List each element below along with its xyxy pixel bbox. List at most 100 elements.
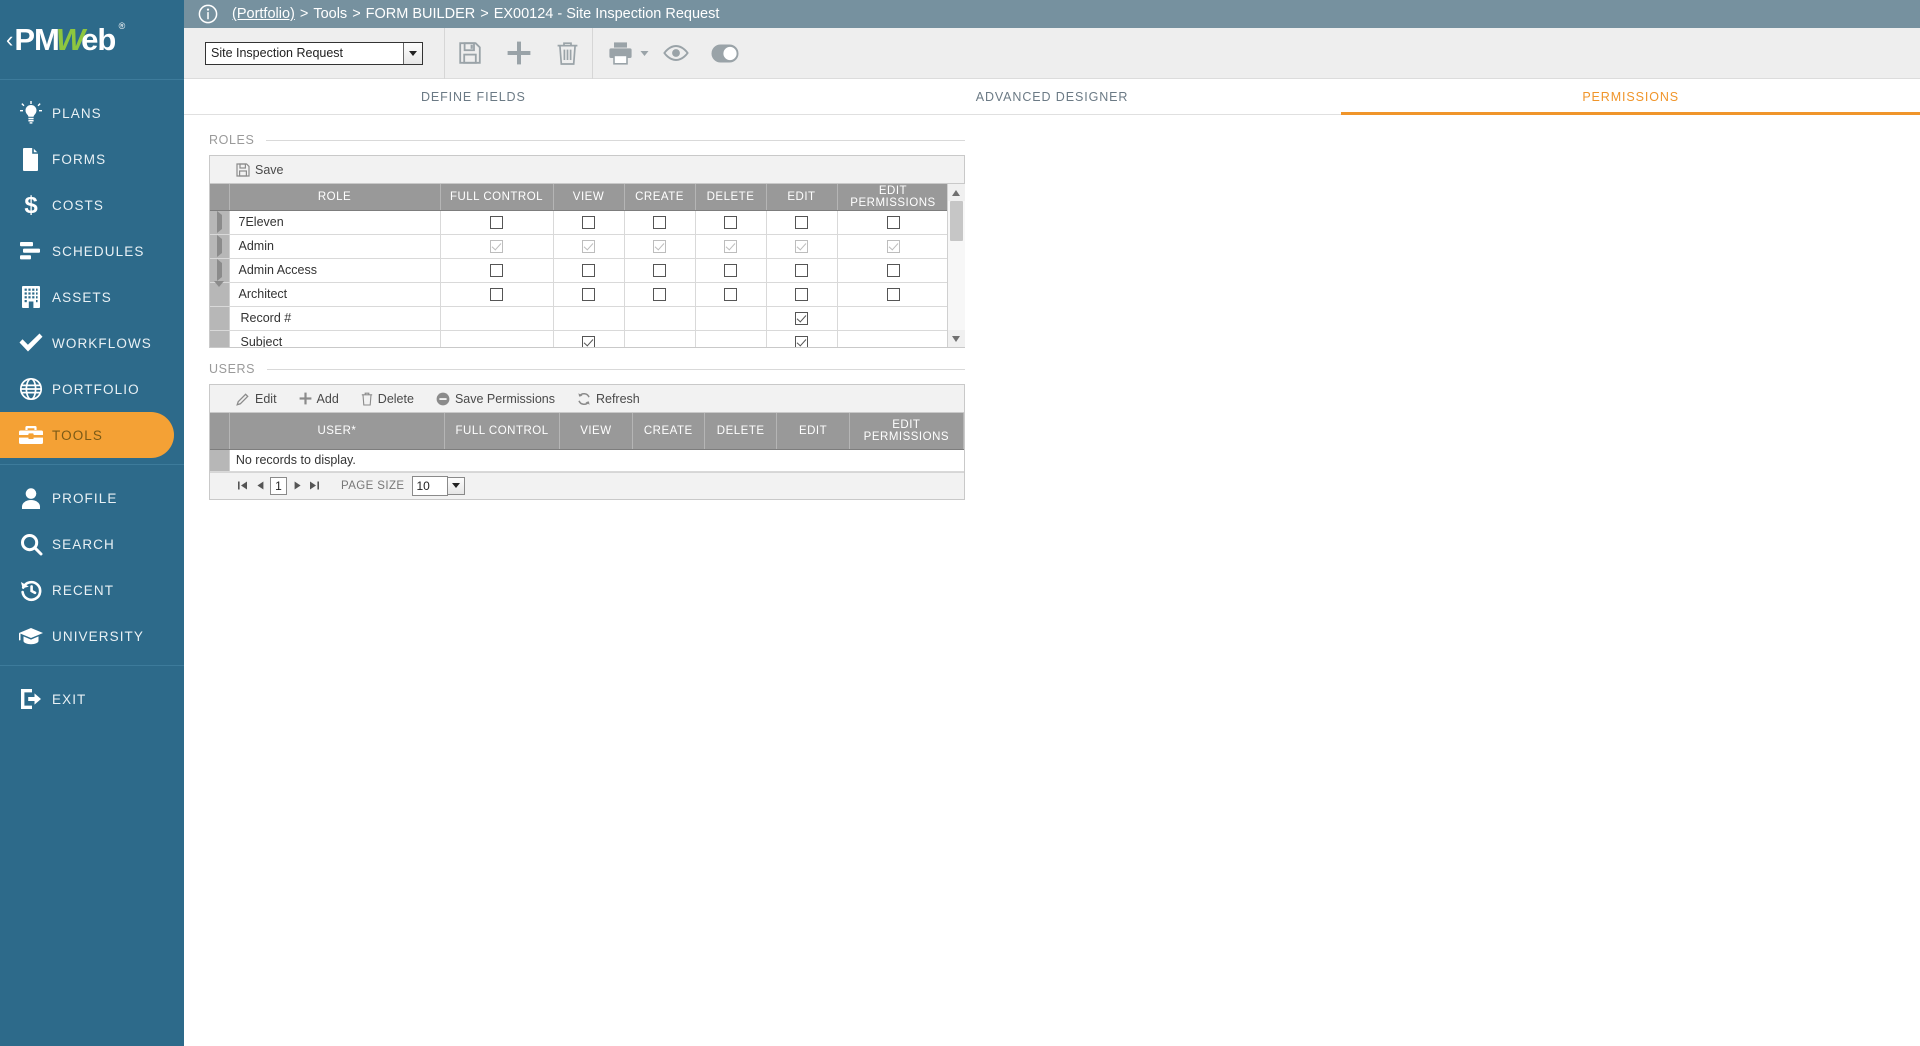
permission-cell[interactable]: [440, 258, 553, 282]
permission-cell[interactable]: [553, 258, 624, 282]
permission-cell[interactable]: [624, 210, 695, 234]
permission-cell[interactable]: [624, 258, 695, 282]
roles-role-row[interactable]: Admin: [210, 234, 947, 258]
print-dropdown-toggle[interactable]: [637, 44, 651, 62]
permission-cell[interactable]: [766, 258, 837, 282]
sidebar-item-university[interactable]: UNIVERSITY: [0, 613, 184, 659]
print-button[interactable]: [603, 28, 637, 79]
row-expand-toggle[interactable]: [210, 258, 229, 282]
roles-col-role[interactable]: ROLE: [229, 184, 440, 210]
permission-cell[interactable]: [553, 330, 624, 347]
sidebar-item-portfolio[interactable]: PORTFOLIO: [0, 366, 184, 412]
roles-role-row[interactable]: Architect: [210, 282, 947, 306]
permission-checkbox[interactable]: [795, 216, 808, 229]
roles-field-row[interactable]: Subject: [210, 330, 947, 347]
permission-cell[interactable]: [695, 210, 766, 234]
permission-checkbox[interactable]: [887, 216, 900, 229]
roles-col-full-control[interactable]: FULL CONTROL: [440, 184, 553, 210]
add-button[interactable]: [494, 28, 543, 79]
sidebar-item-costs[interactable]: $ COSTS: [0, 182, 184, 228]
page-number-1[interactable]: 1: [270, 477, 287, 495]
mode-toggle[interactable]: [700, 28, 749, 79]
permission-cell[interactable]: [553, 210, 624, 234]
sidebar-item-tools[interactable]: TOOLS: [0, 412, 174, 458]
permission-cell[interactable]: [766, 306, 837, 330]
users-add-button[interactable]: Add: [299, 392, 339, 406]
scroll-thumb[interactable]: [950, 201, 963, 241]
permission-checkbox[interactable]: [887, 264, 900, 277]
permission-cell[interactable]: [837, 234, 947, 258]
roles-field-row[interactable]: Record #: [210, 306, 947, 330]
permission-cell[interactable]: [695, 258, 766, 282]
users-col-edit[interactable]: EDIT: [777, 413, 849, 449]
permission-checkbox[interactable]: [582, 216, 595, 229]
roles-save-button[interactable]: Save: [236, 163, 284, 177]
roles-role-row[interactable]: Admin Access: [210, 258, 947, 282]
tab-permissions[interactable]: PERMISSIONS: [1341, 79, 1920, 114]
roles-vertical-scrollbar[interactable]: [947, 184, 964, 347]
users-col-view[interactable]: VIEW: [560, 413, 632, 449]
users-col-full-control[interactable]: FULL CONTROL: [444, 413, 559, 449]
permission-checkbox[interactable]: [724, 288, 737, 301]
breadcrumb-part-form-builder[interactable]: FORM BUILDER: [366, 6, 476, 22]
users-col-delete[interactable]: DELETE: [704, 413, 776, 449]
scroll-down-button[interactable]: [948, 330, 965, 347]
tab-define-fields[interactable]: DEFINE FIELDS: [184, 79, 763, 114]
chevron-down-icon[interactable]: [403, 43, 422, 64]
permission-checkbox[interactable]: [795, 336, 808, 347]
users-delete-button[interactable]: Delete: [361, 392, 414, 406]
permission-cell[interactable]: [766, 210, 837, 234]
roles-col-view[interactable]: VIEW: [553, 184, 624, 210]
page-size-select[interactable]: 10: [412, 476, 448, 496]
preview-button[interactable]: [651, 28, 700, 79]
users-col-create[interactable]: CREATE: [632, 413, 704, 449]
permission-cell[interactable]: [837, 210, 947, 234]
page-size-dropdown-icon[interactable]: [448, 477, 465, 495]
last-page-icon[interactable]: [306, 480, 323, 491]
permission-cell[interactable]: [695, 234, 766, 258]
scroll-track[interactable]: [948, 201, 965, 330]
users-col-edit-permissions[interactable]: EDIT PERMISSIONS: [849, 413, 963, 449]
sidebar-item-schedules[interactable]: SCHEDULES: [0, 228, 184, 274]
permission-cell[interactable]: [440, 234, 553, 258]
roles-col-delete[interactable]: DELETE: [695, 184, 766, 210]
permission-checkbox[interactable]: [653, 288, 666, 301]
next-page-icon[interactable]: [289, 480, 306, 491]
permission-cell[interactable]: [766, 234, 837, 258]
breadcrumb-root-link[interactable]: (Portfolio): [232, 6, 295, 22]
permission-cell[interactable]: [837, 258, 947, 282]
permission-cell[interactable]: [766, 330, 837, 347]
permission-checkbox[interactable]: [724, 216, 737, 229]
info-icon[interactable]: [198, 4, 218, 24]
permission-cell[interactable]: [624, 282, 695, 306]
permission-checkbox[interactable]: [653, 216, 666, 229]
form-select[interactable]: Site Inspection Request: [205, 42, 423, 65]
sidebar-collapse-icon[interactable]: ‹: [6, 29, 13, 51]
permission-cell[interactable]: [766, 282, 837, 306]
breadcrumb-part-tools[interactable]: Tools: [313, 6, 347, 22]
sidebar-item-workflows[interactable]: WORKFLOWS: [0, 320, 184, 366]
permission-checkbox[interactable]: [795, 264, 808, 277]
roles-col-edit[interactable]: EDIT: [766, 184, 837, 210]
permission-cell[interactable]: [440, 210, 553, 234]
users-edit-button[interactable]: Edit: [236, 392, 277, 406]
permission-checkbox[interactable]: [490, 288, 503, 301]
prev-page-icon[interactable]: [251, 480, 268, 491]
tab-advanced-designer[interactable]: ADVANCED DESIGNER: [763, 79, 1342, 114]
sidebar-item-assets[interactable]: ASSETS: [0, 274, 184, 320]
permission-cell[interactable]: [695, 282, 766, 306]
users-save-permissions-button[interactable]: Save Permissions: [436, 392, 555, 406]
sidebar-item-search[interactable]: SEARCH: [0, 521, 184, 567]
permission-checkbox[interactable]: [653, 264, 666, 277]
permission-checkbox[interactable]: [795, 288, 808, 301]
roles-col-create[interactable]: CREATE: [624, 184, 695, 210]
scroll-up-button[interactable]: [948, 184, 965, 201]
permission-checkbox[interactable]: [795, 312, 808, 325]
permission-checkbox[interactable]: [490, 216, 503, 229]
permission-cell[interactable]: [837, 282, 947, 306]
save-button[interactable]: [445, 28, 494, 79]
sidebar-item-recent[interactable]: RECENT: [0, 567, 184, 613]
row-expand-toggle[interactable]: [210, 234, 229, 258]
row-expand-toggle[interactable]: [210, 282, 229, 306]
sidebar-item-profile[interactable]: PROFILE: [0, 475, 184, 521]
